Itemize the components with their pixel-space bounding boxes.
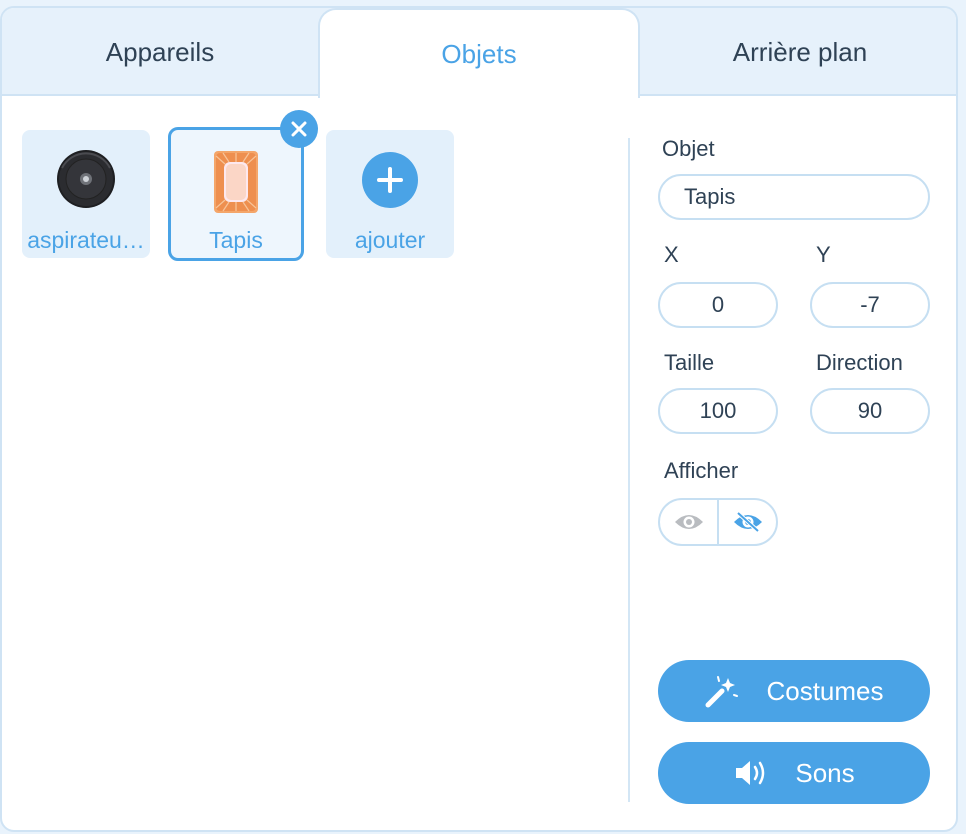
direction-field[interactable]: 90 [810,388,930,434]
sounds-label: Sons [795,757,855,788]
delete-sprite-button[interactable] [280,110,318,148]
y-field[interactable]: -7 [810,282,930,328]
costumes-label: Costumes [766,675,884,706]
direction-label: Direction [816,350,903,375]
tab-objets[interactable]: Objets [318,8,640,98]
sprite-panel: Appareils Arrière plan Objets aspirateu… [0,6,958,832]
y-label: Y [816,242,831,267]
panel-divider [628,138,630,802]
magic-wand-icon [704,673,740,709]
visibility-toggle [658,498,778,546]
sounds-button[interactable]: Sons [658,742,930,804]
hide-button[interactable] [719,500,776,544]
eye-off-icon [733,511,762,533]
plus-icon [362,152,418,208]
sprite-label: Tapis [209,227,263,253]
object-name-field[interactable]: Tapis [658,174,930,220]
tab-bar: Appareils Arrière plan Objets [2,8,956,98]
sprite-label: ajouter [354,227,426,253]
x-field[interactable]: 0 [658,282,778,328]
costumes-button[interactable]: Costumes [658,660,930,722]
sprite-card-aspirateur[interactable]: aspirateu… [22,130,150,258]
object-name-label: Objet [662,136,715,161]
rug-icon [213,150,259,219]
x-label: X [664,242,679,267]
sprite-card-tapis[interactable]: Tapis [168,127,304,261]
speaker-icon [733,758,769,788]
size-field[interactable]: 100 [658,388,778,434]
show-button[interactable] [660,500,719,544]
tab-appareils[interactable]: Appareils [2,8,318,96]
eye-icon [674,515,703,529]
show-label: Afficher [664,458,739,483]
tab-arriere-plan[interactable]: Arrière plan [640,8,956,96]
size-label: Taille [664,350,715,375]
robot-vacuum-icon [56,148,116,215]
close-icon [291,121,307,137]
sprite-label: aspirateu… [27,227,145,253]
add-sprite-button[interactable]: ajouter [326,130,454,258]
